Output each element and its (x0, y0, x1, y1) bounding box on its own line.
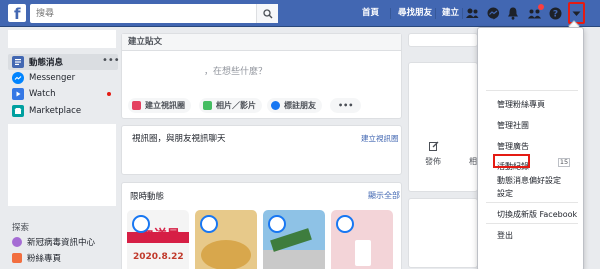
story-image (201, 240, 251, 269)
menu-item-settings[interactable]: 設定 (497, 188, 513, 199)
story-avatar (200, 215, 218, 233)
sidebar-item-label: 動態消息 (29, 58, 64, 68)
search-box (30, 4, 278, 23)
friend-requests-icon[interactable] (464, 5, 481, 22)
menu-item-manage-ads[interactable]: 管理廣告 (497, 141, 529, 152)
sidebar-item-messenger[interactable]: Messenger (8, 70, 118, 86)
account-dropdown-menu: 管理粉絲專頁 管理社團 管理廣告 活動紀錄 動態消息偏好設定 設定 切換成新版 … (477, 27, 584, 269)
sidebar-item-pages[interactable]: 粉絲專頁 (12, 252, 61, 264)
menu-item-news-feed-preferences[interactable]: 動態消息偏好設定 (497, 175, 561, 186)
menu-item-manage-groups[interactable]: 管理社團 (497, 120, 529, 131)
stories-title: 限時動態 (130, 192, 165, 202)
highlight-box-activity-log (493, 154, 530, 168)
right-card-bottom (408, 198, 478, 268)
right-card-main: 發佈 相 (408, 62, 478, 192)
news-feed-icon (12, 56, 24, 68)
sidebar-item-label: Watch (29, 89, 56, 99)
messenger-icon (12, 72, 24, 84)
video-camera-icon (132, 101, 141, 110)
story-card[interactable] (331, 210, 393, 269)
nav-divider (390, 8, 391, 19)
sidebar-item-label: 粉絲專頁 (27, 254, 62, 264)
shortcuts-placeholder (8, 124, 116, 206)
notification-badge (538, 4, 544, 10)
story-avatar (336, 215, 354, 233)
right-partial-label: 相 (469, 157, 477, 166)
story-image (263, 250, 325, 269)
profile-shortcut[interactable] (8, 30, 116, 48)
explore-section-title: 探索 (12, 223, 30, 233)
create-room-link[interactable]: 建立視訊圈 (361, 133, 399, 144)
create-room-button[interactable]: 建立視訊圈 (128, 98, 191, 113)
help-icon[interactable]: ? (547, 5, 564, 22)
right-card-top (408, 33, 478, 47)
more-actions-button[interactable]: ••• (330, 98, 362, 113)
sidebar-item-watch[interactable]: Watch (8, 86, 118, 102)
story-image (355, 240, 371, 266)
profile-link[interactable] (285, 5, 350, 22)
menu-item-logout[interactable]: 登出 (497, 230, 513, 241)
rooms-card: 視訊圈，與朋友視訊聊天 建立視訊圈 (121, 125, 402, 175)
tag-friends-button[interactable]: 標註朋友 (267, 98, 322, 113)
search-button[interactable] (256, 4, 278, 23)
search-input[interactable] (30, 4, 256, 23)
activity-log-count-badge: 15 (558, 158, 570, 167)
menu-divider (486, 202, 578, 203)
more-options-icon[interactable]: ••• (102, 55, 120, 66)
post-text-input[interactable]: ，在想些什麼？ (204, 64, 267, 77)
watch-notification-dot (107, 92, 111, 96)
publish-label: 發佈 (425, 157, 441, 166)
stories-card: 限時動態 顯示全部 血送暑 2020.8.22 (121, 182, 402, 269)
story-date: 2020.8.22 (133, 252, 184, 262)
sidebar-item-label: Marketplace (29, 106, 82, 116)
messenger-icon[interactable] (485, 5, 502, 22)
story-avatar (268, 215, 286, 233)
facebook-logo[interactable]: f (8, 4, 26, 22)
photo-icon (203, 101, 212, 110)
menu-divider (486, 90, 578, 91)
menu-item-switch-new-facebook[interactable]: 切換成新版 Facebook (497, 209, 577, 220)
covid-info-icon (12, 237, 22, 247)
highlight-box-account-menu (568, 2, 585, 24)
tag-friends-icon (271, 101, 280, 110)
notifications-bell-icon[interactable] (504, 5, 521, 22)
menu-item-manage-pages[interactable]: 管理粉絲專頁 (497, 99, 545, 110)
find-friends-link[interactable]: 尋找朋友 (398, 0, 432, 27)
home-link[interactable]: 首頁 (362, 0, 379, 27)
search-icon (262, 8, 272, 18)
create-link[interactable]: 建立 (442, 0, 459, 27)
watch-icon (12, 88, 24, 100)
create-post-header: 建立貼文 (122, 34, 401, 51)
story-avatar (132, 215, 150, 233)
rooms-title: 視訊圈，與朋友視訊聊天 (132, 134, 226, 144)
sidebar-item-label: Messenger (29, 73, 76, 83)
menu-divider (486, 223, 578, 224)
sidebar-item-label: 新冠病毒資訊中心 (27, 238, 96, 248)
story-card[interactable] (195, 210, 257, 269)
create-post-card: 建立貼文 ，在想些什麼？ 建立視訊圈 相片／影片 標註朋友 ••• (121, 33, 402, 119)
story-card[interactable] (263, 210, 325, 269)
sidebar-item-covid-info[interactable]: 新冠病毒資訊中心 (12, 236, 95, 248)
svg-text:?: ? (553, 10, 558, 20)
marketplace-icon (12, 105, 24, 117)
story-card[interactable]: 血送暑 2020.8.22 (127, 210, 189, 269)
sidebar-item-marketplace[interactable]: Marketplace (8, 103, 118, 119)
nav-divider (462, 8, 463, 19)
photo-video-button[interactable]: 相片／影片 (199, 98, 262, 113)
edit-icon (429, 141, 439, 154)
pages-flag-icon (12, 253, 22, 263)
see-all-stories-link[interactable]: 顯示全部 (368, 190, 400, 201)
nav-divider (435, 8, 436, 19)
top-navigation-bar: f 首頁 尋找朋友 建立 ? (0, 0, 600, 27)
